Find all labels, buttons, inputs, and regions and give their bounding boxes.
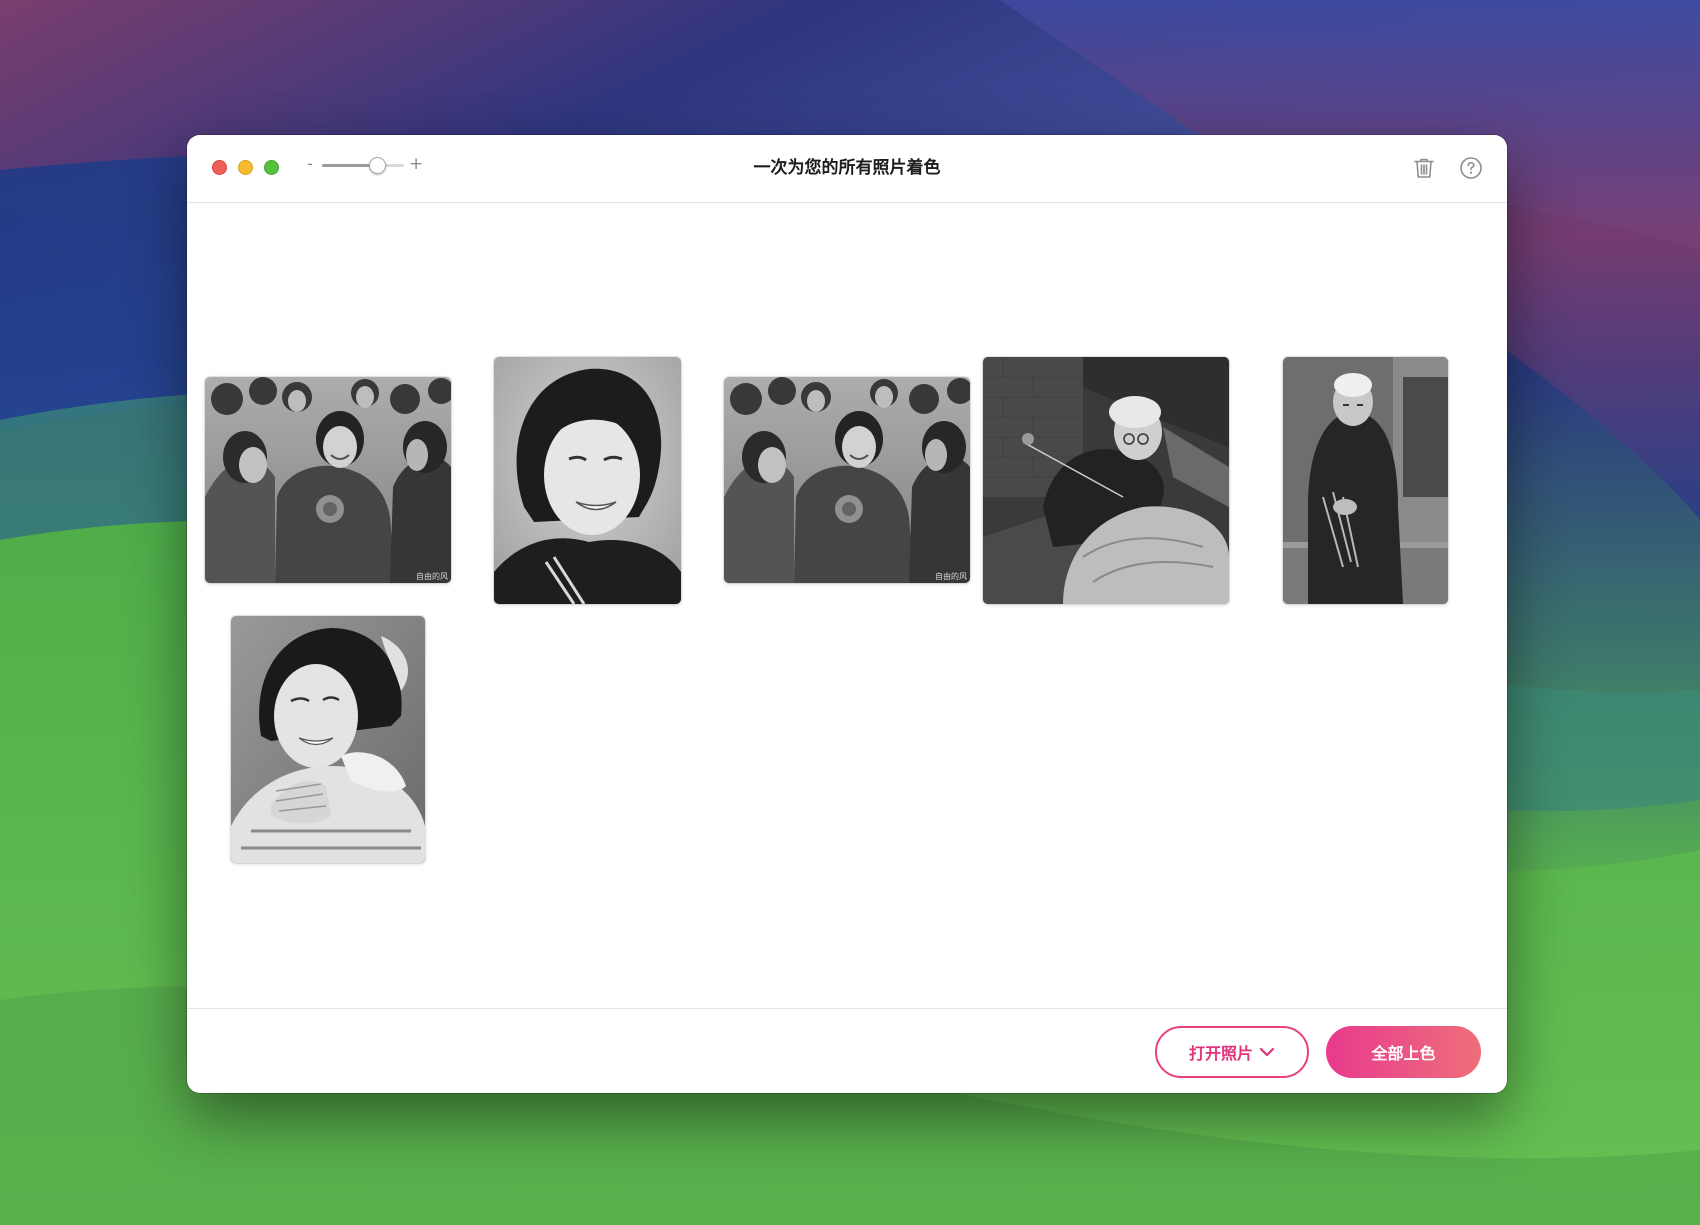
photo-thumbnail[interactable] [494,357,681,604]
trash-icon[interactable] [1411,155,1437,181]
photo-grid: 自由的风 自由的风 [187,203,1507,1093]
photo-thumbnail[interactable]: 自由的风 [205,377,451,583]
colorize-all-label: 全部上色 [1371,1044,1436,1063]
photo-image [983,357,1229,604]
photo-image [494,357,681,604]
photo-watermark: 自由的风 [935,572,967,581]
open-photos-button[interactable]: 打开照片 [1155,1026,1309,1078]
photo-image [231,616,425,863]
colorize-all-button[interactable]: 全部上色 [1326,1026,1481,1078]
app-window: - + 一次为您的所有照片着色 自由的风 自由的风 打开照片 全部上色 [187,135,1507,1093]
photo-thumbnail[interactable] [1283,357,1448,604]
photo-thumbnail[interactable]: 自由的风 [724,377,970,583]
help-circle-icon[interactable] [1458,155,1484,181]
footer-divider [187,1008,1507,1009]
titlebar: - + 一次为您的所有照片着色 [187,135,1507,203]
photo-image [1283,357,1448,604]
photo-image [724,377,970,583]
chevron-down-icon [1259,1047,1275,1057]
photo-image [205,377,451,583]
window-title: 一次为您的所有照片着色 [753,158,941,178]
photo-thumbnail[interactable] [983,357,1229,604]
open-photos-label: 打开照片 [1188,1044,1253,1063]
photo-watermark: 自由的风 [416,572,448,581]
photo-thumbnail[interactable] [231,616,425,863]
